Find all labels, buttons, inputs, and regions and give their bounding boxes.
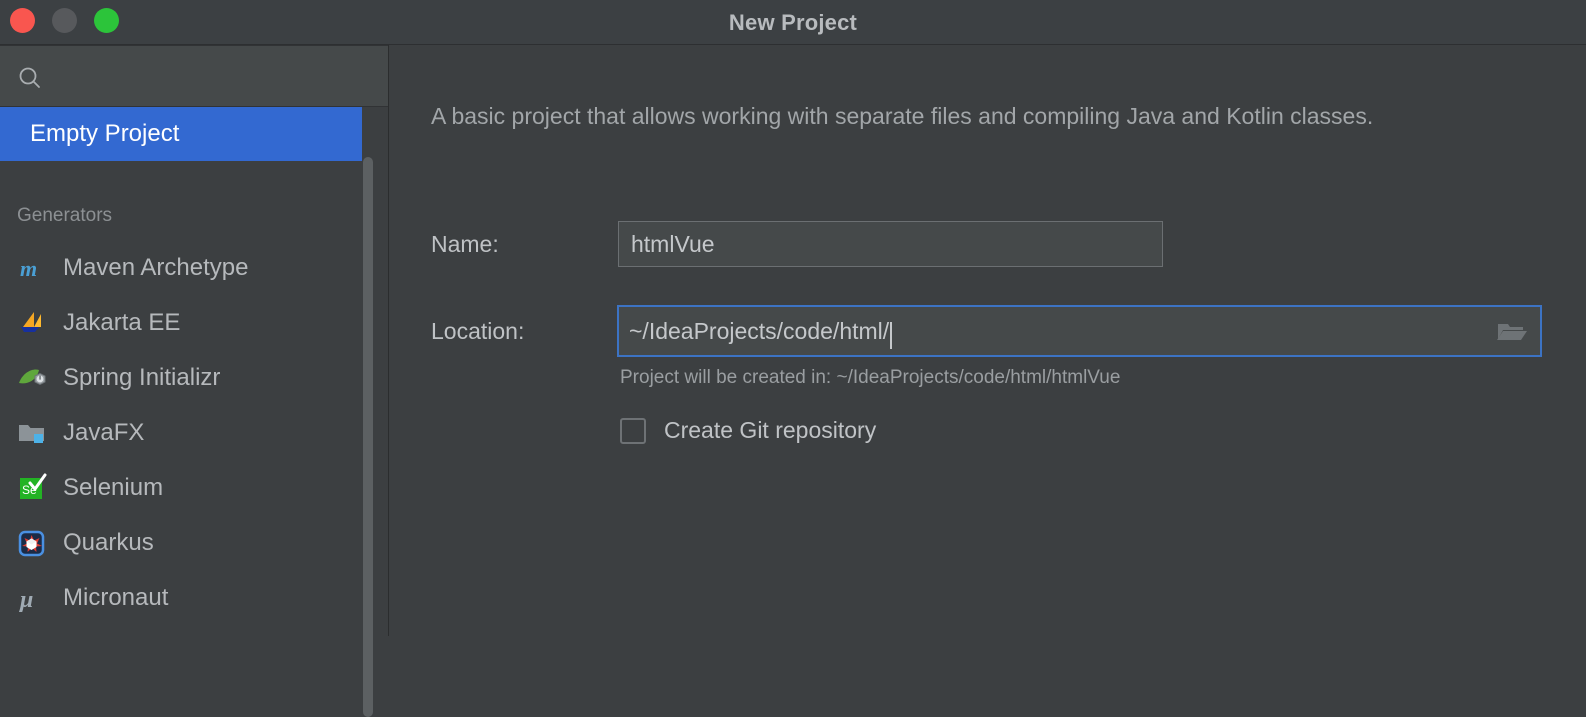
sidebar-item-label: Selenium <box>63 474 163 502</box>
sidebar-item-label: JavaFX <box>63 419 144 447</box>
location-field-label: Location: <box>431 318 524 345</box>
sidebar-item-label: Maven Archetype <box>63 254 248 282</box>
sidebar-item-jakarta-ee[interactable]: Jakarta EE <box>0 295 362 350</box>
sidebar-item-label: Jakarta EE <box>63 309 180 337</box>
sidebar-item-micronaut[interactable]: μ Micronaut <box>0 570 362 625</box>
title-bar: New Project <box>0 0 1586 45</box>
folder-open-icon[interactable] <box>1494 318 1528 346</box>
quarkus-icon <box>17 528 47 558</box>
main-panel: A basic project that allows working with… <box>390 45 1586 636</box>
svg-text:m: m <box>20 256 37 281</box>
location-input-value: ~/IdeaProjects/code/html/ <box>629 318 889 345</box>
sidebar-item-quarkus[interactable]: Quarkus <box>0 515 362 570</box>
create-git-repository-label: Create Git repository <box>664 417 876 444</box>
sidebar-item-spring-initializr[interactable]: Spring Initializr <box>0 350 362 405</box>
project-description: A basic project that allows working with… <box>431 103 1373 130</box>
sidebar-item-label: Micronaut <box>63 584 168 612</box>
create-git-repository-row[interactable]: Create Git repository <box>620 417 876 444</box>
maven-icon: m <box>17 253 47 283</box>
sidebar-item-label: Spring Initializr <box>63 364 220 392</box>
sidebar: Empty Project Generators m Maven Archety… <box>0 45 389 636</box>
template-list: Empty Project Generators m Maven Archety… <box>0 107 389 636</box>
sidebar-item-empty-project[interactable]: Empty Project <box>0 107 362 161</box>
sidebar-item-label: Empty Project <box>30 120 179 148</box>
location-input[interactable]: ~/IdeaProjects/code/html/ <box>617 305 1542 357</box>
window-title: New Project <box>0 0 1586 45</box>
search-icon <box>17 65 43 91</box>
location-hint: Project will be created in: ~/IdeaProjec… <box>620 367 1120 389</box>
create-git-repository-checkbox[interactable] <box>620 418 646 444</box>
name-input[interactable]: htmlVue <box>618 221 1163 267</box>
jakarta-ee-icon <box>17 308 47 338</box>
search-box[interactable] <box>0 45 388 107</box>
search-input[interactable] <box>52 46 382 108</box>
spring-icon <box>17 363 47 393</box>
sidebar-item-label: Quarkus <box>63 529 154 557</box>
sidebar-item-javafx[interactable]: JavaFX <box>0 405 362 460</box>
svg-text:μ: μ <box>18 587 33 613</box>
section-header-generators: Generators <box>17 205 112 227</box>
selenium-icon: Se <box>17 473 47 503</box>
sidebar-scrollbar-thumb[interactable] <box>363 157 373 717</box>
javafx-folder-icon <box>17 418 47 448</box>
sidebar-item-maven-archetype[interactable]: m Maven Archetype <box>0 240 362 295</box>
text-caret <box>890 322 892 349</box>
sidebar-item-selenium[interactable]: Se Selenium <box>0 460 362 515</box>
micronaut-icon: μ <box>17 583 47 613</box>
name-field-label: Name: <box>431 231 499 258</box>
